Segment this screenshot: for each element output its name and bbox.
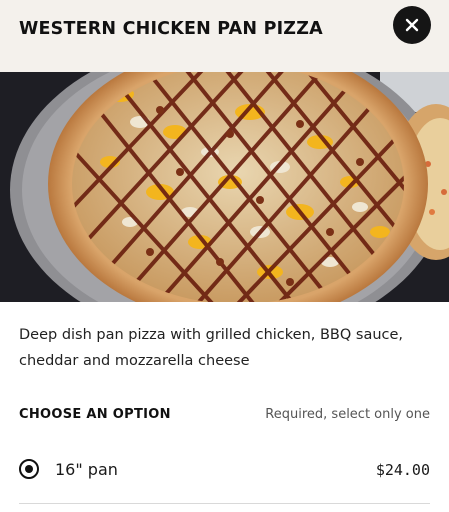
divider	[19, 503, 430, 504]
option-16-pan[interactable]: 16" pan $24.00	[19, 450, 430, 494]
pizza-image	[0, 72, 449, 302]
option-group-heading: CHOOSE AN OPTION	[19, 407, 171, 422]
radio-selected-icon[interactable]	[19, 459, 39, 479]
close-icon	[405, 18, 419, 32]
option-requirement-note: Required, select only one	[265, 407, 430, 422]
item-description: Deep dish pan pizza with grilled chicken…	[19, 327, 404, 369]
item-title: WESTERN CHICKEN PAN PIZZA	[19, 19, 323, 39]
option-price: $24.00	[375, 461, 430, 479]
modal-header: WESTERN CHICKEN PAN PIZZA	[0, 0, 449, 72]
option-label: 16" pan	[55, 460, 118, 479]
close-button[interactable]	[393, 6, 431, 44]
